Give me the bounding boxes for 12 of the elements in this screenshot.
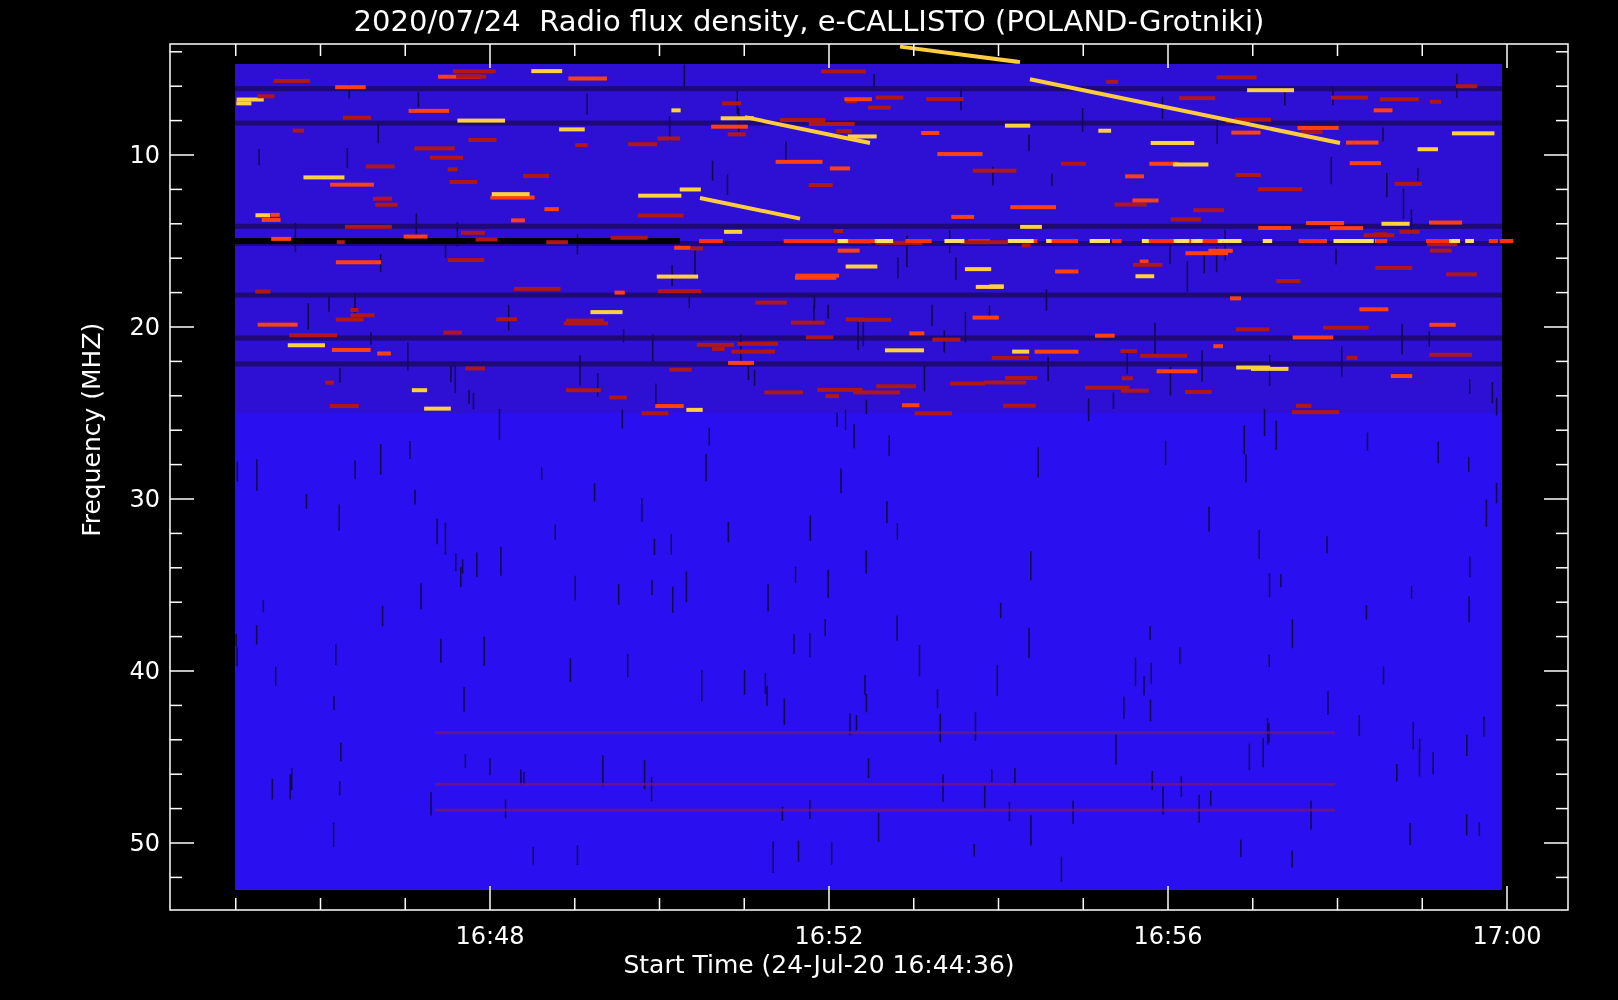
x-tick-label: 17:00 xyxy=(1471,922,1543,950)
y-tick-label: 20 xyxy=(128,313,160,341)
y-tick-label: 10 xyxy=(128,141,160,169)
x-tick-label: 16:52 xyxy=(793,922,865,950)
y-tick-label: 30 xyxy=(128,485,160,513)
y-axis-label: Frequency (MHZ) xyxy=(76,322,108,538)
y-tick-label: 40 xyxy=(128,657,160,685)
x-tick-label: 16:56 xyxy=(1132,922,1204,950)
x-axis-label: Start Time (24-Jul-20 16:44:36) xyxy=(623,950,1015,980)
chart-title: 2020/07/24 Radio flux density, e-CALLISTO (POLAND-Grotniki) xyxy=(353,3,1265,40)
y-tick-label: 50 xyxy=(128,829,160,857)
x-tick-label: 16:48 xyxy=(454,922,526,950)
